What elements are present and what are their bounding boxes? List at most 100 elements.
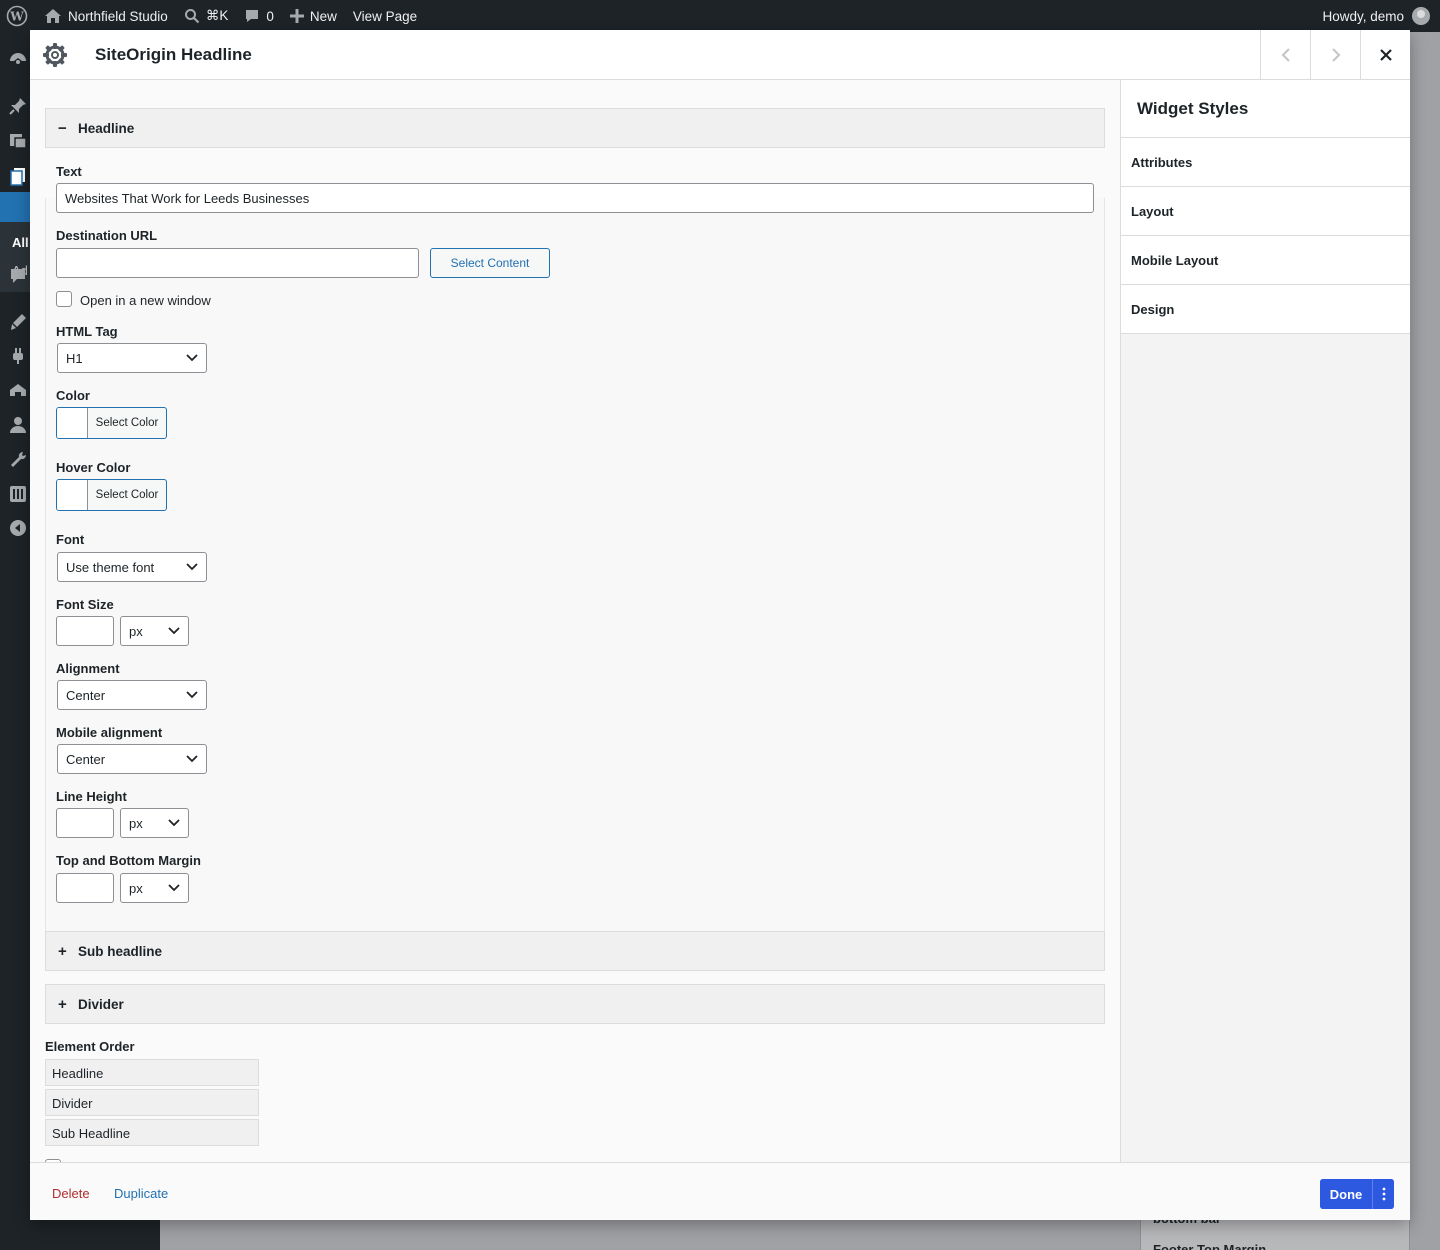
element-order-item-label: Sub Headline bbox=[52, 1126, 131, 1141]
element-order-item-label: Divider bbox=[52, 1096, 93, 1111]
line-height-input[interactable] bbox=[56, 808, 114, 838]
text-input[interactable]: Websites That Work for Leeds Businesses bbox=[56, 183, 1094, 213]
chevron-down-icon bbox=[168, 884, 180, 892]
wordpress-logo-icon[interactable]: W bbox=[0, 0, 36, 32]
widget-styles-title: Widget Styles bbox=[1121, 80, 1410, 138]
howdy-user[interactable]: Howdy, demo bbox=[1322, 9, 1404, 24]
element-order-label: Element Order bbox=[45, 1039, 135, 1054]
html-tag-label: HTML Tag bbox=[56, 324, 118, 339]
section-divider-toggle[interactable]: + Divider bbox=[45, 984, 1105, 1024]
plugins-icon[interactable] bbox=[8, 346, 28, 366]
font-size-unit-value: px bbox=[129, 623, 143, 639]
view-page-label: View Page bbox=[352, 8, 418, 24]
duplicate-button[interactable]: Duplicate bbox=[114, 1186, 168, 1201]
more-options-button[interactable] bbox=[1372, 1179, 1394, 1209]
mobile-alignment-select[interactable]: Center bbox=[57, 744, 207, 774]
section-sub-headline-toggle[interactable]: + Sub headline bbox=[45, 931, 1105, 971]
new-label: New bbox=[309, 8, 337, 24]
element-order-item[interactable]: Headline bbox=[45, 1059, 259, 1086]
styles-section-mobile-layout[interactable]: Mobile Layout bbox=[1121, 236, 1410, 285]
dialog-header: SiteOrigin Headline bbox=[30, 30, 1410, 80]
color-swatch bbox=[57, 408, 88, 438]
html-tag-value: H1 bbox=[66, 350, 83, 366]
select-content-button[interactable]: Select Content bbox=[430, 248, 550, 278]
font-size-input[interactable] bbox=[56, 616, 114, 646]
chevron-down-icon bbox=[168, 819, 180, 827]
styles-section-design[interactable]: Design bbox=[1121, 285, 1410, 334]
chevron-right-icon bbox=[1331, 48, 1340, 62]
done-button-group: Done bbox=[1320, 1179, 1394, 1209]
gear-icon bbox=[43, 43, 67, 67]
expand-icon: + bbox=[58, 942, 67, 960]
font-label: Font bbox=[56, 532, 85, 547]
dashboard-icon[interactable] bbox=[8, 50, 28, 70]
font-size-label: Font Size bbox=[56, 597, 114, 612]
section-sub-headline-title: Sub headline bbox=[78, 943, 163, 959]
destination-url-input[interactable] bbox=[56, 248, 419, 278]
styles-section-layout[interactable]: Layout bbox=[1121, 187, 1410, 236]
close-dialog-button[interactable] bbox=[1360, 30, 1410, 80]
hover-color-swatch bbox=[57, 480, 88, 510]
font-value: Use theme font bbox=[66, 559, 155, 575]
new-window-checkbox[interactable] bbox=[56, 291, 72, 307]
new-window-label[interactable]: Open in a new window bbox=[80, 293, 211, 308]
html-tag-select[interactable]: H1 bbox=[57, 343, 207, 373]
section-headline-toggle[interactable]: − Headline bbox=[45, 108, 1105, 148]
hover-color-label: Hover Color bbox=[56, 460, 131, 475]
avatar[interactable] bbox=[1412, 7, 1430, 25]
widget-styles-sidebar: Widget Styles Attributes Layout Mobile L… bbox=[1120, 80, 1410, 1162]
line-height-label: Line Height bbox=[56, 789, 127, 804]
comments-link[interactable]: 0 bbox=[236, 0, 282, 32]
tools-icon[interactable] bbox=[8, 450, 28, 470]
section-headline-title: Headline bbox=[78, 120, 135, 136]
chevron-down-icon bbox=[186, 354, 198, 362]
mobile-alignment-label: Mobile alignment bbox=[56, 725, 163, 740]
select-color-label: Select Color bbox=[95, 417, 159, 429]
done-button[interactable]: Done bbox=[1320, 1179, 1372, 1209]
dialog-title: SiteOrigin Headline bbox=[95, 45, 252, 64]
pin-icon[interactable] bbox=[8, 96, 28, 116]
dialog-footer: Delete Duplicate Done bbox=[30, 1162, 1410, 1220]
hover-color-picker-button[interactable]: Select Color bbox=[56, 479, 167, 511]
line-height-unit-select[interactable]: px bbox=[120, 808, 189, 838]
new-content-link[interactable]: New bbox=[282, 0, 345, 32]
color-label: Color bbox=[56, 388, 90, 403]
media-icon[interactable] bbox=[8, 130, 28, 150]
submenu-all-pages[interactable]: All bbox=[12, 235, 29, 250]
alignment-select[interactable]: Center bbox=[57, 680, 207, 710]
element-order-item[interactable]: Sub Headline bbox=[45, 1119, 259, 1146]
element-order-item[interactable]: Divider bbox=[45, 1089, 259, 1116]
text-label: Text bbox=[56, 164, 82, 179]
section-divider-title: Divider bbox=[78, 996, 124, 1012]
users-icon[interactable] bbox=[8, 415, 28, 435]
line-height-unit-value: px bbox=[129, 815, 143, 831]
widget-form: − Headline Text Websites That Work for L… bbox=[30, 80, 1120, 1162]
margin-input[interactable] bbox=[56, 873, 114, 903]
collapse-menu-icon[interactable] bbox=[8, 518, 28, 538]
alignment-value: Center bbox=[66, 687, 106, 703]
previous-widget-button[interactable] bbox=[1260, 30, 1310, 80]
search-icon bbox=[184, 9, 200, 24]
color-picker-button[interactable]: Select Color bbox=[56, 407, 167, 439]
appearance-icon[interactable] bbox=[8, 312, 28, 332]
next-widget-button[interactable] bbox=[1310, 30, 1360, 80]
chevron-down-icon bbox=[186, 563, 198, 571]
chevron-down-icon bbox=[186, 755, 198, 763]
site-name-link[interactable]: Northfield Studio bbox=[36, 0, 176, 32]
view-page-link[interactable]: View Page bbox=[345, 0, 425, 32]
destination-url-label: Destination URL bbox=[56, 228, 158, 243]
builder-icon[interactable] bbox=[8, 380, 28, 400]
hover-select-color-label: Select Color bbox=[95, 489, 159, 501]
settings-icon[interactable] bbox=[8, 484, 28, 504]
background-text: Footer Top Margin bbox=[1153, 1242, 1267, 1250]
plus-icon bbox=[289, 9, 304, 23]
font-size-unit-select[interactable]: px bbox=[120, 616, 189, 646]
comments-menu-icon[interactable] bbox=[8, 266, 28, 286]
select-content-label: Select Content bbox=[450, 256, 530, 270]
delete-button[interactable]: Delete bbox=[52, 1186, 90, 1201]
styles-section-attributes[interactable]: Attributes bbox=[1121, 138, 1410, 187]
comment-icon bbox=[246, 10, 259, 22]
margin-unit-select[interactable]: px bbox=[120, 873, 189, 903]
command-search[interactable]: ⌘K bbox=[176, 0, 237, 32]
font-select[interactable]: Use theme font bbox=[57, 552, 207, 582]
